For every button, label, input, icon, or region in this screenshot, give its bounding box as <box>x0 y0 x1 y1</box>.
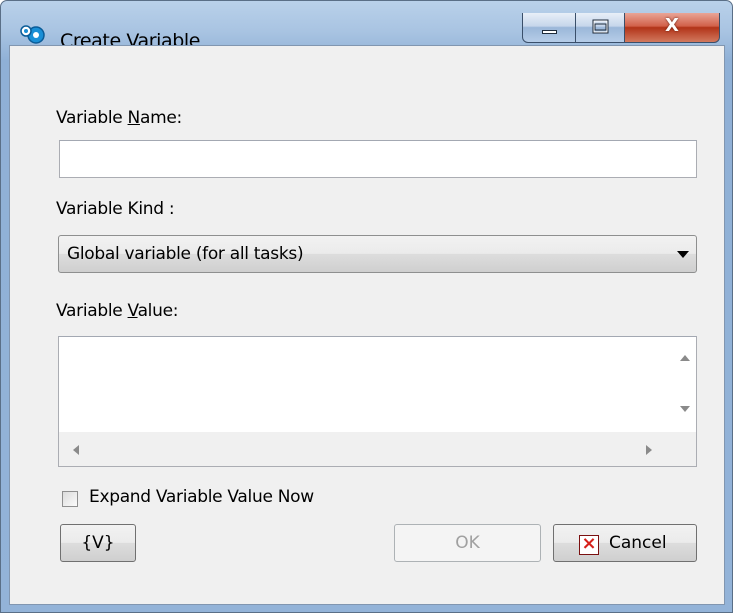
variable-kind-select[interactable]: Global variable (for all tasks) <box>58 235 697 273</box>
close-icon: X <box>665 15 679 36</box>
variable-name-input[interactable] <box>59 140 697 178</box>
cancel-x-icon: × <box>579 533 599 555</box>
maximize-icon <box>592 19 609 34</box>
ok-button[interactable]: OK <box>394 524 541 562</box>
expand-now-label[interactable]: Expand Variable Value Now <box>89 487 314 507</box>
scroll-right-icon[interactable] <box>646 445 652 455</box>
close-button[interactable]: X <box>624 13 720 43</box>
minimize-icon <box>542 30 557 34</box>
variable-value-label: Variable Value: <box>56 301 179 321</box>
variable-kind-label: Variable Kind : <box>56 199 175 219</box>
horizontal-scrollbar[interactable] <box>59 432 696 466</box>
scroll-left-icon[interactable] <box>73 445 79 455</box>
scrollbar-corner <box>672 432 696 466</box>
variable-value-textarea[interactable] <box>58 336 697 467</box>
cancel-button[interactable]: × Cancel <box>553 524 697 562</box>
scroll-down-icon[interactable] <box>680 406 690 412</box>
variable-kind-value: Global variable (for all tasks) <box>67 244 304 264</box>
variable-name-label: Variable Name: <box>56 108 182 128</box>
title-bar[interactable]: Create Variable X <box>1 1 732 52</box>
dialog-body: Variable Name: Variable Kind : Global va… <box>9 45 725 605</box>
minimize-button[interactable] <box>522 13 576 43</box>
dialog-window: Create Variable X Variable Name: Variabl… <box>0 0 733 613</box>
vertical-scrollbar[interactable] <box>672 337 696 432</box>
app-icon <box>20 25 45 44</box>
cancel-label: Cancel <box>609 533 667 553</box>
scroll-up-icon[interactable] <box>680 355 690 361</box>
expand-now-checkbox[interactable] <box>62 491 78 507</box>
chevron-down-icon <box>677 251 689 258</box>
maximize-button[interactable] <box>575 13 625 43</box>
insert-variable-button[interactable]: {V} <box>60 524 136 562</box>
